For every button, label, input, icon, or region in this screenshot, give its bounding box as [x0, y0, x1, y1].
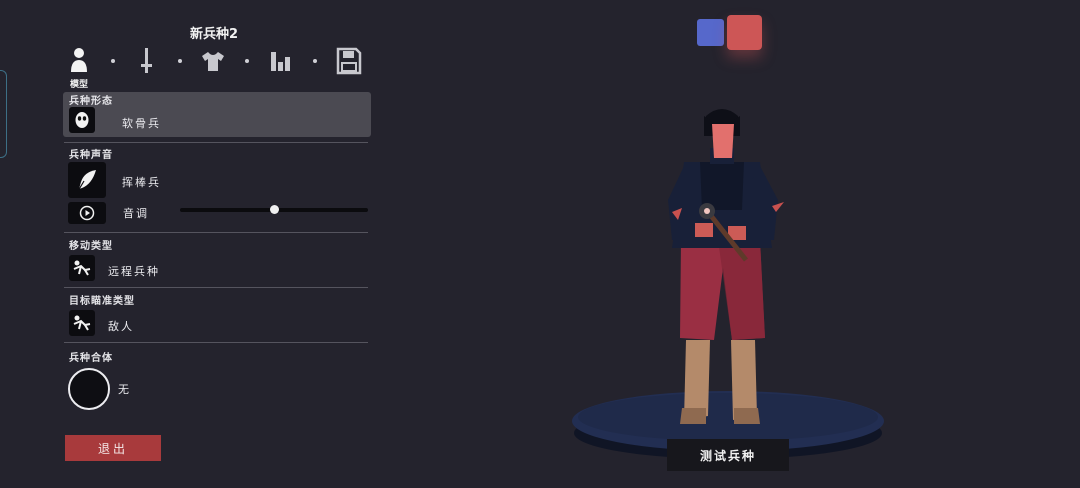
tab-separator-dot: [245, 59, 249, 63]
tab-save[interactable]: [336, 46, 362, 76]
divider: [64, 342, 368, 343]
section-label-form: 兵种形态: [69, 96, 113, 107]
tab-stats[interactable]: [268, 46, 294, 76]
team-red-swatch[interactable]: [727, 15, 762, 50]
divider: [64, 232, 368, 233]
section-label-voice: 兵种声音: [69, 150, 113, 161]
test-unit-button[interactable]: 测试兵种: [667, 439, 789, 471]
unit-title: 新兵种2: [189, 27, 239, 42]
stats-icon: [271, 52, 290, 71]
tab-separator-dot: [313, 59, 317, 63]
section-label-target: 目标瞄准类型: [69, 296, 135, 307]
voice-value: 挥棒兵: [122, 176, 161, 189]
unit-character: [668, 109, 784, 424]
save-icon: [336, 47, 362, 75]
pitch-label: 音调: [123, 207, 149, 220]
divider: [64, 287, 368, 288]
unit-form-value: 软骨兵: [122, 117, 161, 130]
section-label-movement: 移动类型: [69, 241, 113, 252]
movement-icon: [73, 260, 91, 276]
movement-selector[interactable]: [69, 255, 95, 281]
merge-unit-selector[interactable]: [68, 368, 110, 410]
sword-icon: [141, 48, 152, 73]
person-icon: [71, 48, 87, 72]
exit-button[interactable]: 退出: [65, 435, 161, 461]
merge-value: 无: [118, 383, 131, 396]
tab-model[interactable]: 模型: [66, 46, 92, 90]
tab-separator-dot: [111, 59, 115, 63]
side-drawer-handle[interactable]: [0, 70, 7, 158]
team-blue-swatch[interactable]: [697, 19, 724, 46]
shirt-icon: [202, 52, 224, 71]
target-value: 敌人: [108, 320, 134, 333]
pitch-slider-thumb[interactable]: [269, 205, 279, 214]
tab-clothing[interactable]: [200, 46, 226, 76]
movement-value: 远程兵种: [108, 265, 160, 278]
divider: [64, 142, 368, 143]
feather-icon: [77, 170, 96, 192]
tab-separator-dot: [178, 59, 182, 63]
editor-tab-bar: 模型: [66, 46, 366, 90]
mask-icon: [69, 107, 95, 133]
voice-selector[interactable]: [68, 162, 106, 198]
play-icon: [79, 205, 95, 221]
pitch-slider[interactable]: [180, 205, 368, 214]
section-label-merge: 兵种合体: [69, 353, 113, 364]
target-selector[interactable]: [69, 310, 95, 336]
tab-weapon[interactable]: [133, 46, 159, 76]
play-voice-button[interactable]: [68, 202, 106, 224]
unit-preview: [572, 109, 884, 459]
target-icon: [73, 315, 91, 331]
tab-model-label: 模型: [69, 80, 88, 90]
